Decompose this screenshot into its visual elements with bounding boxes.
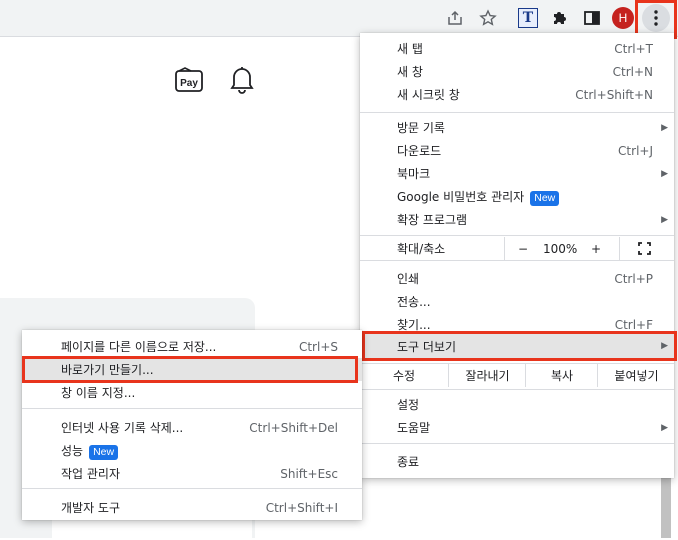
menu-item-label: 다운로드 xyxy=(397,144,442,158)
menu-item-print[interactable]: 인쇄 Ctrl+P xyxy=(360,267,674,290)
side-panel-icon[interactable] xyxy=(580,6,604,30)
avatar-letter: H xyxy=(618,11,628,25)
menu-item-label-wrap: Google 비밀번호 관리자 New xyxy=(397,188,560,206)
menu-item-label: 새 탭 xyxy=(397,42,423,56)
submenu-item-dev-tools[interactable]: 개발자 도구 Ctrl+Shift+I xyxy=(22,496,362,519)
menu-separator xyxy=(360,443,674,444)
zoom-in-button[interactable]: + xyxy=(591,242,601,256)
copy-button[interactable]: 복사 xyxy=(525,364,598,387)
new-badge: New xyxy=(530,190,560,206)
menu-item-shortcut: Ctrl+Shift+N xyxy=(575,87,653,102)
menu-item-bookmarks[interactable]: 북마크 ▶ xyxy=(360,162,674,185)
menu-item-label: 종료 xyxy=(397,455,420,469)
chrome-main-menu: 새 탭 Ctrl+T 새 창 Ctrl+N 새 시크릿 창 Ctrl+Shift… xyxy=(360,33,674,478)
paste-label: 붙여넣기 xyxy=(614,369,659,383)
menu-item-label: 인쇄 xyxy=(397,272,420,286)
menu-item-shortcut: Shift+Esc xyxy=(280,466,338,481)
zoom-label: 확대/축소 xyxy=(397,242,446,256)
menu-item-new-window[interactable]: 새 창 Ctrl+N xyxy=(360,60,674,83)
submenu-arrow-icon: ▶ xyxy=(661,214,668,225)
menu-item-label: 북마크 xyxy=(397,167,431,181)
menu-item-shortcut: Ctrl+S xyxy=(298,339,338,354)
copy-label: 복사 xyxy=(550,369,574,383)
menu-item-extensions[interactable]: 확장 프로그램 ▶ xyxy=(360,208,674,231)
menu-item-password-manager[interactable]: Google 비밀번호 관리자 New xyxy=(360,185,674,208)
menu-item-label: 새 창 xyxy=(397,65,423,79)
menu-item-label: 작업 관리자 xyxy=(61,467,121,481)
cut-button[interactable]: 잘라내기 xyxy=(448,364,526,387)
submenu-arrow-icon: ▶ xyxy=(661,422,668,433)
paste-button[interactable]: 붙여넣기 xyxy=(597,364,675,387)
menu-item-shortcut: Ctrl+P xyxy=(614,271,653,286)
create-shortcut-highlight-box xyxy=(22,356,358,383)
submenu-item-save-page[interactable]: 페이지를 다른 이름으로 저장... Ctrl+S xyxy=(22,335,362,358)
menu-item-label: 개발자 도구 xyxy=(61,501,121,515)
menu-separator xyxy=(360,112,674,113)
translate-extension-icon[interactable]: T xyxy=(516,6,540,30)
menu-item-shortcut: Ctrl+J xyxy=(618,143,653,158)
menu-separator xyxy=(360,260,674,261)
menu-item-label: 창 이름 지정... xyxy=(61,386,136,400)
submenu-arrow-icon: ▶ xyxy=(661,122,668,133)
zoom-divider xyxy=(619,237,620,260)
browser-toolbar: T H xyxy=(0,0,678,37)
notification-bell-icon[interactable] xyxy=(228,64,256,97)
menu-item-cast[interactable]: 전송... xyxy=(360,290,674,313)
submenu-item-task-manager[interactable]: 작업 관리자 Shift+Esc xyxy=(22,462,362,485)
fullscreen-icon[interactable] xyxy=(638,242,651,258)
more-tools-highlight-box xyxy=(362,331,677,361)
menu-item-shortcut: Ctrl+T xyxy=(614,41,653,56)
star-icon[interactable] xyxy=(476,6,500,30)
menu-item-shortcut: Ctrl+Shift+I xyxy=(265,500,338,515)
submenu-arrow-icon: ▶ xyxy=(661,168,668,179)
zoom-out-button[interactable]: − xyxy=(518,242,528,256)
cut-label: 잘라내기 xyxy=(465,369,510,383)
menu-item-exit[interactable]: 종료 xyxy=(360,450,674,473)
zoom-level: 100% xyxy=(543,241,578,256)
submenu-item-performance[interactable]: 성능 New xyxy=(22,439,362,462)
menu-separator xyxy=(360,389,674,390)
menu-item-edit: 수정 잘라내기 복사 붙여넣기 xyxy=(360,364,674,387)
share-icon[interactable] xyxy=(443,6,467,30)
menu-item-label: Google 비밀번호 관리자 xyxy=(397,189,525,204)
menu-separator xyxy=(22,488,362,489)
menu-item-label: 도움말 xyxy=(397,421,431,435)
menu-separator xyxy=(360,235,674,236)
menu-item-label: 새 시크릿 창 xyxy=(397,88,460,102)
menu-item-label: 성능 xyxy=(61,443,84,458)
menu-item-downloads[interactable]: 다운로드 Ctrl+J xyxy=(360,139,674,162)
menu-item-label: 방문 기록 xyxy=(397,121,445,135)
menu-item-help[interactable]: 도움말 ▶ xyxy=(360,416,674,439)
extensions-puzzle-icon[interactable] xyxy=(548,6,572,30)
menu-item-shortcut: Ctrl+F xyxy=(614,317,653,332)
translate-letter: T xyxy=(518,8,538,28)
pay-label: Pay xyxy=(180,78,198,89)
menu-item-label: 설정 xyxy=(397,398,420,412)
submenu-item-clear-data[interactable]: 인터넷 사용 기록 삭제... Ctrl+Shift+Del xyxy=(22,416,362,439)
submenu-item-name-window[interactable]: 창 이름 지정... xyxy=(22,381,362,404)
new-badge: New xyxy=(89,444,119,460)
edit-label-cell: 수정 xyxy=(360,364,448,387)
menu-item-new-tab[interactable]: 새 탭 Ctrl+T xyxy=(360,37,674,60)
menu-separator xyxy=(22,408,362,409)
menu-item-label-wrap: 성능 New xyxy=(61,442,119,460)
menu-item-zoom: 확대/축소 − 100% + xyxy=(360,237,674,260)
menu-item-history[interactable]: 방문 기록 ▶ xyxy=(360,116,674,139)
menu-item-settings[interactable]: 설정 xyxy=(360,393,674,416)
edit-label: 수정 xyxy=(392,369,416,383)
profile-avatar[interactable]: H xyxy=(612,7,634,29)
menu-item-label: 전송... xyxy=(397,295,431,309)
menu-item-label: 페이지를 다른 이름으로 저장... xyxy=(61,340,217,354)
menu-item-label: 확장 프로그램 xyxy=(397,213,468,227)
zoom-divider xyxy=(504,237,505,260)
menu-item-incognito[interactable]: 새 시크릿 창 Ctrl+Shift+N xyxy=(360,83,674,106)
menu-item-label: 인터넷 사용 기록 삭제... xyxy=(61,421,184,435)
page-scrollbar[interactable] xyxy=(661,478,671,538)
menu-item-shortcut: Ctrl+N xyxy=(612,64,653,79)
pay-icon[interactable]: Pay xyxy=(174,66,204,97)
menu-item-shortcut: Ctrl+Shift+Del xyxy=(249,420,338,435)
